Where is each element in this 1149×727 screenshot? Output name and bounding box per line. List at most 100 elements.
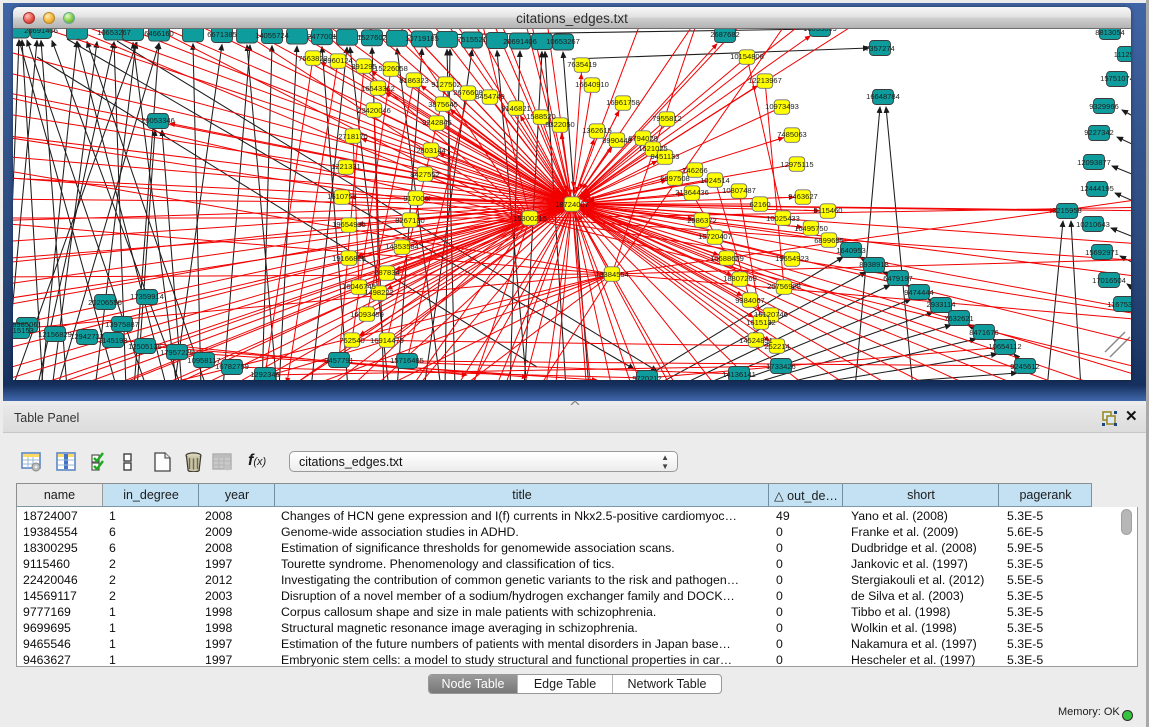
svg-text:917006: 917006 [403,194,428,203]
svg-text:6466160: 6466160 [144,29,174,38]
svg-text:9227342: 9227342 [1084,128,1114,137]
svg-text:9463627: 9463627 [788,192,818,201]
svg-text:8813054: 8813054 [1095,29,1125,37]
svg-text:7635419: 7635419 [567,60,597,69]
svg-text:14353584: 14353584 [385,242,419,251]
svg-text:1362615: 1362615 [582,126,612,135]
svg-text:13384554: 13384554 [595,270,629,279]
svg-text:10154808: 10154808 [730,52,764,61]
svg-text:2718170: 2718170 [338,132,368,141]
svg-text:8427552: 8427552 [410,170,440,179]
svg-text:10719185: 10719185 [405,34,439,43]
svg-text:12156829: 12156829 [38,330,72,339]
svg-text:1610755: 1610755 [327,192,357,201]
svg-text:10973493: 10973493 [765,102,799,111]
svg-text:23420046: 23420046 [357,106,391,115]
svg-text:16495750: 16495750 [794,224,828,233]
svg-text:12093877: 12093877 [1077,158,1111,167]
svg-text:1221331: 1221331 [331,162,361,171]
svg-text:15716485: 15716485 [390,356,424,365]
svg-text:1024514: 1024514 [700,176,730,185]
svg-text:9451133: 9451133 [651,152,680,161]
svg-text:3875645: 3875645 [428,100,458,109]
svg-text:16914479: 16914479 [370,336,404,345]
svg-text:891295: 891295 [351,62,376,71]
svg-text:2986372: 2986372 [687,216,717,225]
svg-text:17016504: 17016504 [1092,276,1126,285]
svg-text:8960124: 8960124 [323,56,353,65]
svg-text:16648784: 16648784 [866,92,900,101]
svg-text:10210643: 10210643 [1076,220,1110,229]
svg-text:20206556: 20206556 [88,298,122,307]
svg-text:8471676: 8471676 [969,328,999,337]
svg-text:9720212: 9720212 [632,374,662,380]
svg-text:20756928: 20756928 [767,282,801,291]
svg-text:19654935: 19654935 [332,220,366,229]
svg-text:8938918: 8938918 [859,260,889,269]
svg-text:18807269: 18807269 [723,274,757,283]
svg-text:15720407: 15720407 [698,232,732,241]
svg-text:6479197: 6479197 [883,274,913,283]
svg-text:252214: 252214 [764,342,789,351]
svg-text:7357274: 7357274 [865,44,895,53]
svg-text:15226058: 15226058 [374,64,408,73]
svg-text:16033809: 16033809 [803,29,837,33]
svg-text:16093459: 16093459 [350,310,384,319]
svg-text:62160: 62160 [749,200,770,209]
svg-text:18724007: 18724007 [555,200,589,209]
svg-text:9329966: 9329966 [1089,102,1119,111]
svg-text:8454749: 8454749 [475,92,505,101]
svg-text:6794028: 6794028 [628,134,658,143]
svg-text:6671385: 6671385 [207,30,237,39]
svg-text:20053346: 20053346 [141,116,175,125]
svg-text:15300215: 15300215 [513,214,547,223]
svg-text:20691406: 20691406 [24,29,58,35]
svg-text:1498222: 1498222 [364,288,394,297]
svg-text:12213967: 12213967 [748,76,782,85]
svg-text:8990448: 8990448 [602,136,632,145]
svg-text:9457791: 9457791 [324,356,354,365]
svg-text:10654112: 10654112 [988,342,1021,351]
svg-text:2803144: 2803144 [416,146,446,155]
svg-text:9384067: 9384067 [735,296,765,305]
svg-text:2933114: 2933114 [927,300,956,309]
svg-text:7485063: 7485063 [777,130,807,139]
svg-text:7955812: 7955812 [652,114,682,123]
svg-text:1615132: 1615132 [746,318,776,327]
svg-text:10025433: 10025433 [766,214,800,223]
svg-text:12975115: 12975115 [780,160,813,169]
svg-text:21364436: 21364436 [675,188,709,197]
svg-text:3915153: 3915153 [13,326,34,335]
svg-text:15751074: 15751074 [1100,74,1131,83]
svg-text:10688609: 10688609 [710,254,744,263]
svg-text:8186323: 8186323 [399,76,429,85]
svg-text:12505135: 12505135 [128,342,162,351]
svg-text:2687682: 2687682 [710,30,740,39]
svg-text:14055724: 14055724 [255,31,289,40]
svg-text:9242845: 9242845 [422,118,452,127]
svg-text:7632621: 7632621 [944,314,974,323]
svg-text:1112506: 1112506 [1114,50,1131,59]
svg-text:19654923: 19654923 [775,254,809,263]
svg-text:14136141: 14136141 [722,370,756,379]
svg-text:2477001: 2477001 [307,32,337,41]
svg-text:11675317: 11675317 [1107,300,1131,309]
svg-text:1527602: 1527602 [357,33,387,42]
svg-text:9115460: 9115460 [814,206,843,215]
svg-text:16543362: 16543362 [361,84,395,93]
svg-text:17359914: 17359914 [130,292,164,301]
svg-text:1733426: 1733426 [766,362,796,371]
svg-text:10653267: 10653267 [97,29,131,37]
svg-text:10807487: 10807487 [722,186,756,195]
svg-text:8267130: 8267130 [395,216,425,225]
svg-text:16640910: 16640910 [575,80,609,89]
svg-text:15692971: 15692971 [1085,248,1119,257]
svg-text:6899695: 6899695 [814,236,844,245]
svg-text:8322050: 8322050 [545,120,575,129]
svg-text:10653267: 10653267 [546,37,580,46]
svg-text:7515521: 7515521 [457,35,487,44]
svg-text:887834: 887834 [374,268,399,277]
svg-text:13975887: 13975887 [105,320,139,329]
svg-text:6897508: 6897508 [660,174,690,183]
svg-text:9474444: 9474444 [904,288,934,297]
